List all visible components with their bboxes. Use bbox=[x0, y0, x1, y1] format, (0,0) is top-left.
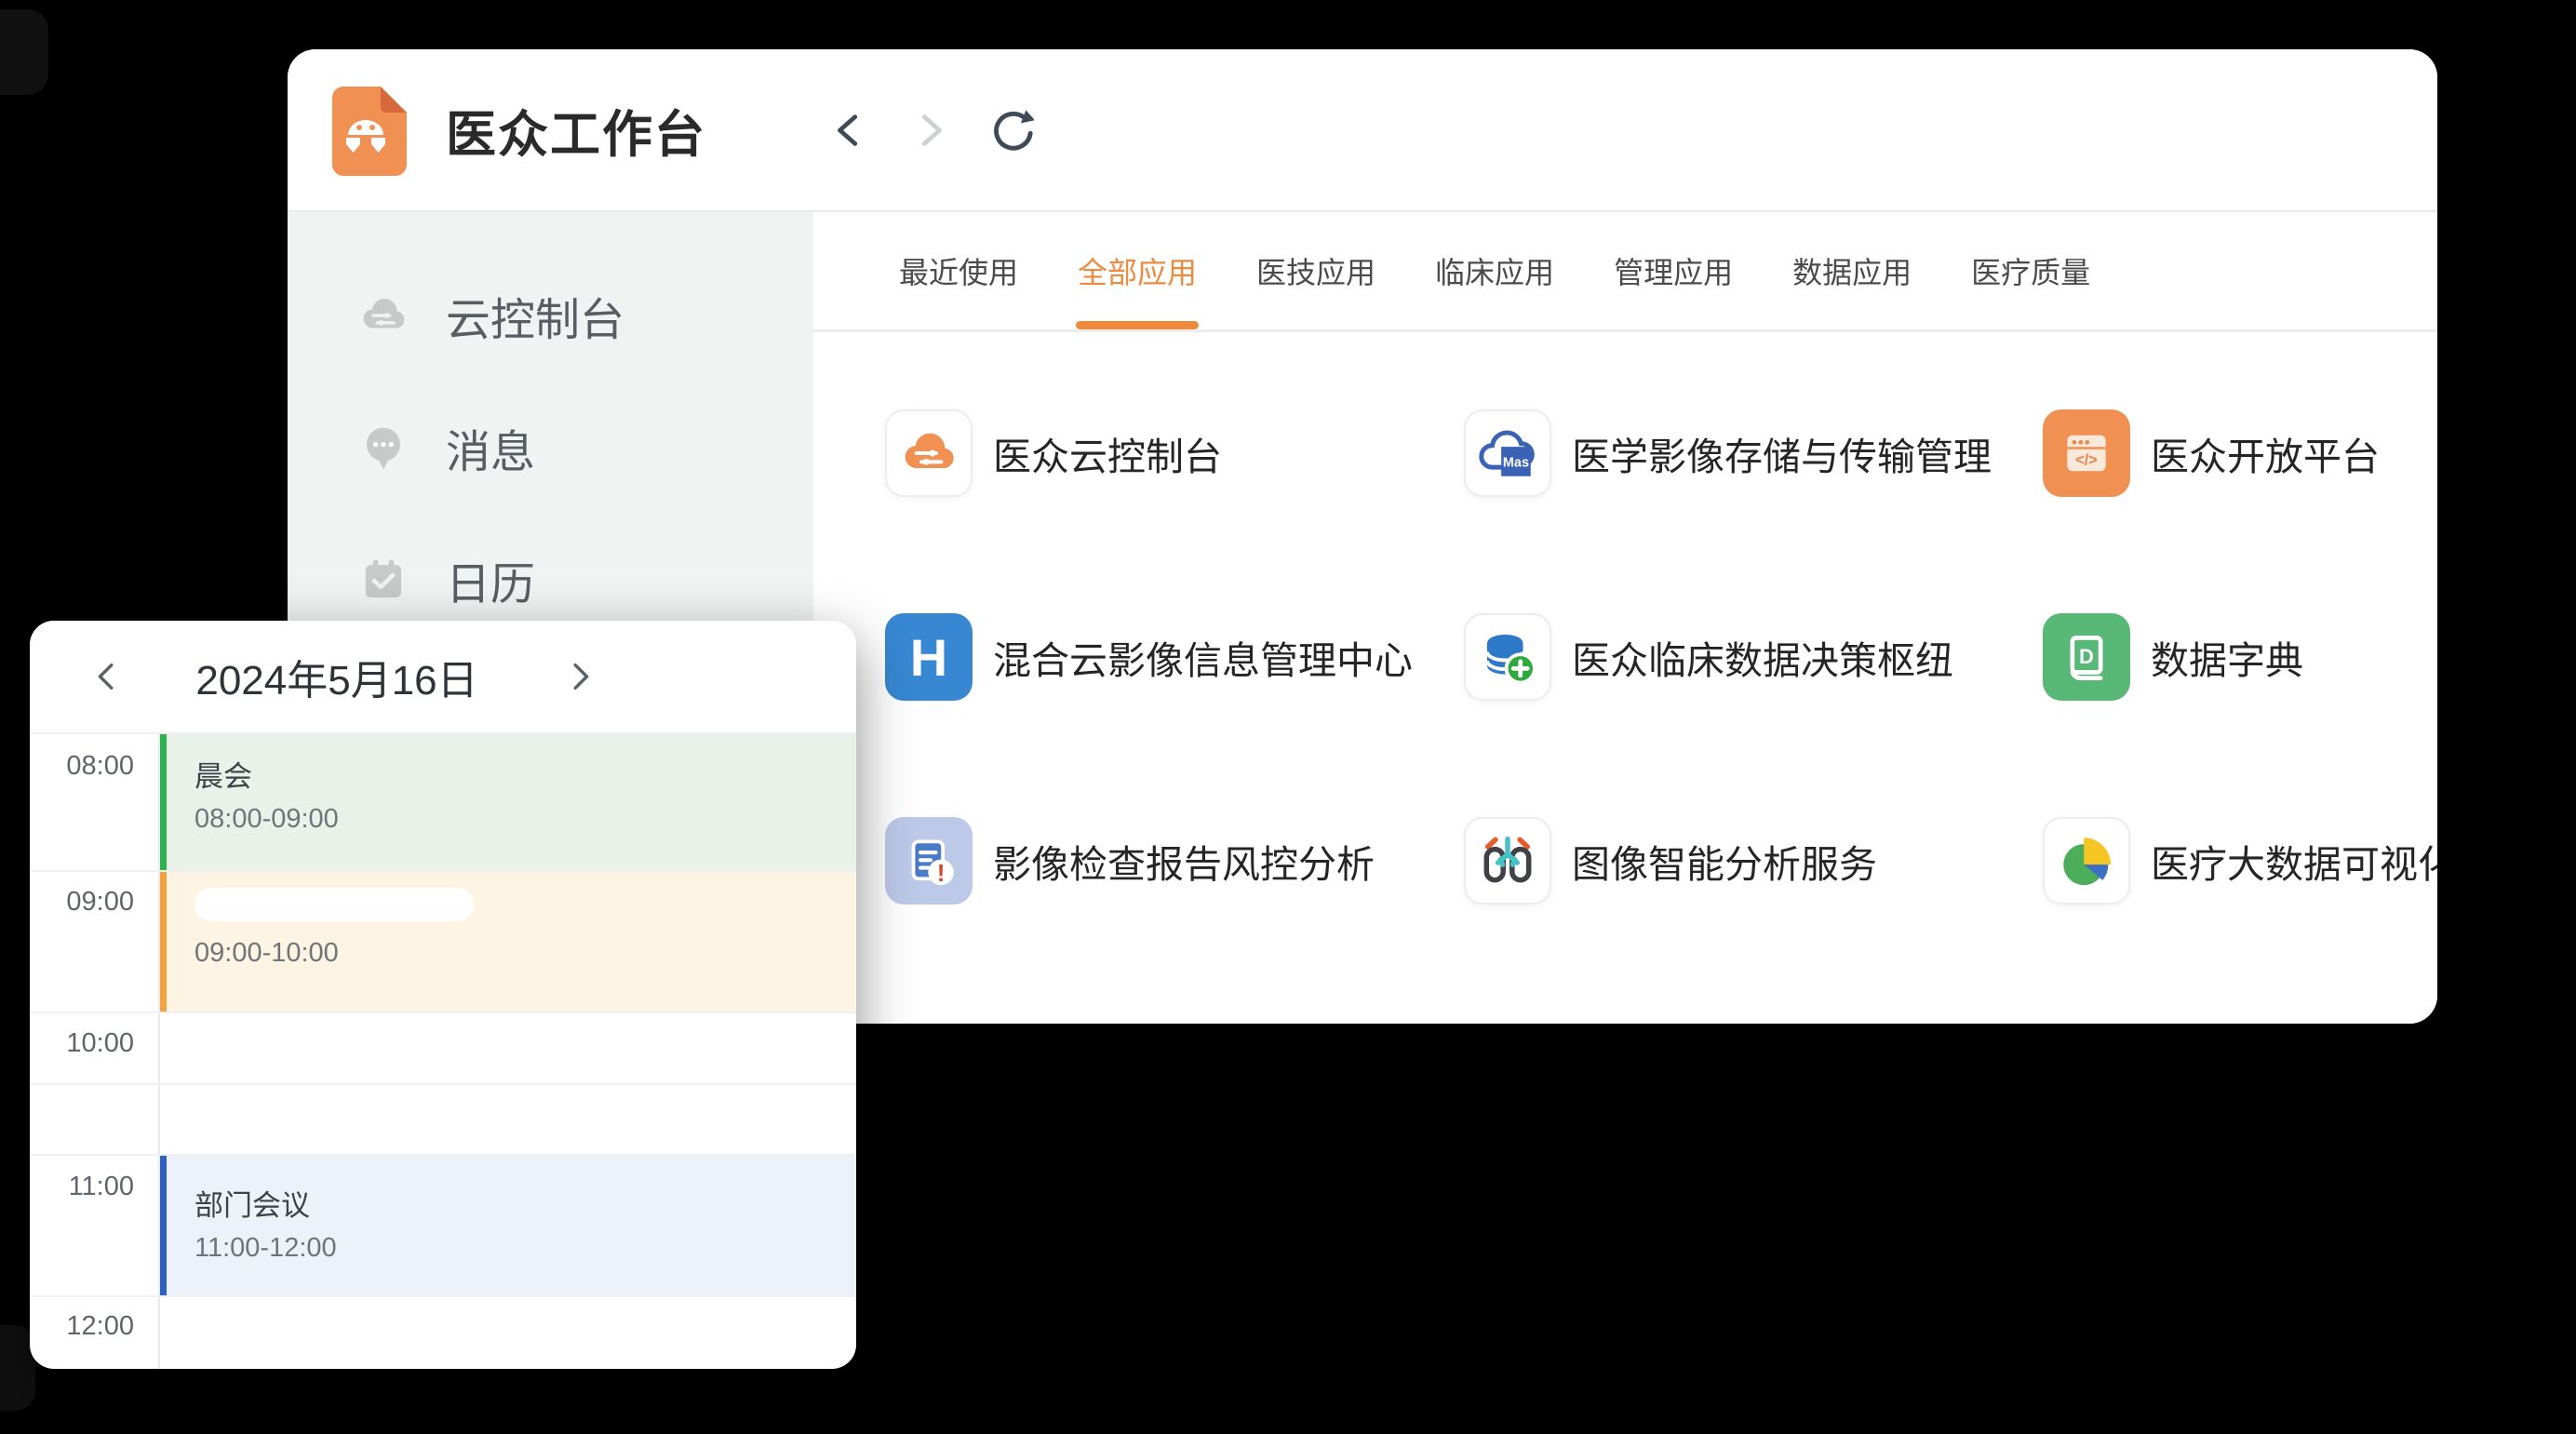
redacted-event-title bbox=[195, 888, 474, 921]
time-label: 09:00 bbox=[32, 887, 134, 918]
app-clinical-data-hub[interactable]: 医众临床数据决策枢纽 bbox=[1464, 613, 2043, 701]
sidebar-item-label: 云控制台 bbox=[446, 283, 624, 348]
pie-chart-icon bbox=[2043, 817, 2130, 905]
window-header: 医众工作台 bbox=[288, 49, 2437, 212]
app-name: 医众临床数据决策枢纽 bbox=[1572, 629, 1953, 685]
calendar-date: 2024年5月16日 bbox=[151, 621, 523, 732]
tab-label: 全部应用 bbox=[1078, 249, 1197, 292]
time-label: 11:00 bbox=[32, 1172, 134, 1202]
app-report-risk-analysis[interactable]: ! 影像检查报告风控分析 bbox=[885, 817, 1464, 905]
refresh-button refresh-icon[interactable] bbox=[986, 106, 1034, 154]
cloud-settings-icon bbox=[358, 290, 409, 341]
tab-label: 医疗质量 bbox=[1971, 249, 2090, 292]
tab-data-apps[interactable]: 数据应用 bbox=[1792, 212, 1912, 329]
report-risk-alert-icon: ! bbox=[885, 817, 973, 905]
calendar-event-redacted[interactable]: 09:00-10:00 bbox=[160, 872, 856, 1012]
content-area: 最近使用 全部应用 医技应用 临床应用 管理应用 数据应用 医疗质量 bbox=[813, 212, 2437, 1024]
calendar-check-icon bbox=[358, 555, 409, 605]
calendar-event-department-meeting[interactable]: 部门会议 11:00-12:00 bbox=[160, 1156, 856, 1295]
chat-bubble-icon bbox=[358, 422, 409, 473]
background-window-remnant-top bbox=[0, 9, 48, 95]
hybrid-cloud-h-icon: H bbox=[885, 613, 973, 701]
app-name: 医众云控制台 bbox=[993, 425, 1222, 481]
app-name: 医学影像存储与传输管理 bbox=[1572, 425, 1992, 481]
app-name: 数据字典 bbox=[2151, 629, 2303, 685]
app-category-tabs: 最近使用 全部应用 医技应用 临床应用 管理应用 数据应用 医疗质量 bbox=[813, 212, 2437, 332]
app-hybrid-cloud-imaging[interactable]: H 混合云影像信息管理中心 bbox=[885, 613, 1464, 701]
clinical-database-plus-icon bbox=[1464, 613, 1551, 701]
app-name: 影像检查报告风控分析 bbox=[993, 833, 1375, 889]
app-name: 图像智能分析服务 bbox=[1572, 833, 1877, 889]
browser-nav bbox=[825, 49, 1034, 210]
data-dictionary-book-icon: D bbox=[2043, 613, 2130, 701]
d-glyph: D bbox=[2079, 645, 2094, 668]
tab-label: 管理应用 bbox=[1614, 249, 1733, 292]
tab-label: 数据应用 bbox=[1792, 249, 1912, 292]
calendar-panel: 2024年5月16日 08:00 09:00 10:00 11:00 12:00… bbox=[30, 621, 856, 1369]
tab-clinical-apps[interactable]: 临床应用 bbox=[1435, 212, 1554, 329]
calendar-event-morning-meeting[interactable]: 晨会 08:00-09:00 bbox=[160, 734, 856, 870]
time-label: 10:00 bbox=[32, 1028, 134, 1059]
tab-management-apps[interactable]: 管理应用 bbox=[1614, 212, 1733, 329]
sidebar-item-messages[interactable]: 消息 bbox=[288, 382, 813, 514]
mas-glyph: Mas bbox=[1503, 455, 1529, 470]
app-title: 医众工作台 bbox=[446, 93, 706, 167]
tab-all-apps[interactable]: 全部应用 bbox=[1078, 212, 1197, 329]
app-image-storage-transfer[interactable]: Mas 医学影像存储与传输管理 bbox=[1464, 409, 2043, 497]
calendar-next-button chevron-right-icon[interactable] bbox=[555, 652, 603, 701]
forward-button chevron-right-icon[interactable] bbox=[906, 106, 954, 154]
app-cloud-console[interactable]: 医众云控制台 bbox=[885, 409, 1464, 497]
app-name: 混合云影像信息管理中心 bbox=[993, 629, 1413, 685]
tab-recently-used[interactable]: 最近使用 bbox=[899, 212, 1018, 329]
tab-medical-quality[interactable]: 医疗质量 bbox=[1971, 212, 2090, 329]
event-title: 晨会 bbox=[195, 753, 856, 795]
back-button chevron-left-icon[interactable] bbox=[825, 106, 874, 154]
app-grid: 医众云控制台 Mas 医学影像存储与传输管理 bbox=[813, 332, 2437, 1021]
exclamation-glyph: ! bbox=[937, 859, 946, 887]
calendar-header: 2024年5月16日 bbox=[30, 621, 856, 734]
event-time: 08:00-09:00 bbox=[195, 804, 856, 835]
half-hour-gridline bbox=[30, 1083, 856, 1085]
time-gutter: 08:00 09:00 10:00 11:00 12:00 bbox=[30, 734, 160, 1369]
app-open-platform[interactable]: </> 医众开放平台 bbox=[2043, 409, 2437, 497]
calendar-day-view: 08:00 09:00 10:00 11:00 12:00 晨会 08:00-0… bbox=[30, 734, 856, 1369]
orange-cloud-settings-icon bbox=[885, 409, 973, 497]
h-glyph: H bbox=[910, 627, 947, 688]
app-name: 医疗大数据可视化 bbox=[2151, 833, 2437, 889]
app-logo ghost-document-icon bbox=[321, 79, 418, 181]
time-label: 12:00 bbox=[32, 1311, 134, 1342]
event-time: 11:00-12:00 bbox=[195, 1233, 856, 1264]
hour-gridline bbox=[30, 1295, 856, 1297]
lungs-analysis-icon bbox=[1464, 817, 1551, 905]
sidebar-item-label: 日历 bbox=[446, 547, 535, 612]
event-time: 09:00-10:00 bbox=[195, 938, 856, 969]
tab-label: 最近使用 bbox=[899, 249, 1018, 292]
cloud-storage-icon: Mas bbox=[1464, 409, 1551, 497]
tab-medtech-apps[interactable]: 医技应用 bbox=[1256, 212, 1375, 329]
open-platform-code-icon: </> bbox=[2043, 409, 2130, 497]
calendar-prev-button chevron-left-icon[interactable] bbox=[84, 652, 132, 701]
app-data-dictionary[interactable]: D 数据字典 bbox=[2043, 613, 2437, 701]
app-name: 医众开放平台 bbox=[2151, 425, 2380, 481]
sidebar-item-label: 消息 bbox=[446, 415, 535, 480]
time-label: 08:00 bbox=[32, 751, 134, 782]
app-big-data-visualization[interactable]: 医疗大数据可视化 bbox=[2043, 817, 2437, 905]
tab-label: 临床应用 bbox=[1435, 249, 1554, 292]
sidebar-item-cloud-console[interactable]: 云控制台 bbox=[288, 249, 813, 382]
hour-gridline bbox=[30, 1012, 856, 1013]
tab-label: 医技应用 bbox=[1256, 249, 1375, 292]
code-glyph: </> bbox=[2075, 451, 2098, 468]
app-image-ai-analysis[interactable]: 图像智能分析服务 bbox=[1464, 817, 2043, 905]
event-title: 部门会议 bbox=[195, 1182, 856, 1224]
